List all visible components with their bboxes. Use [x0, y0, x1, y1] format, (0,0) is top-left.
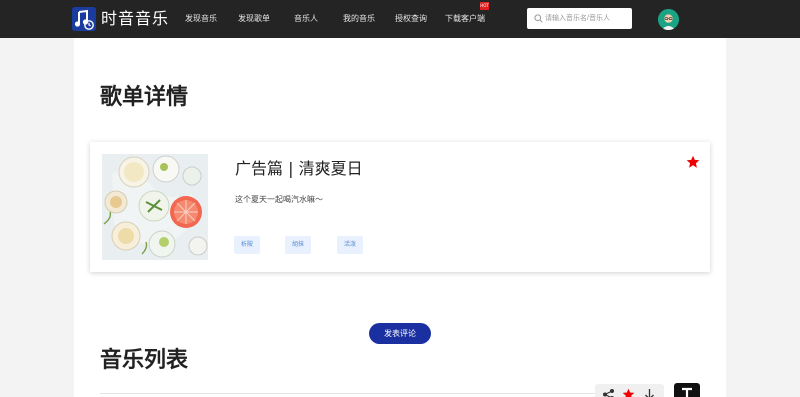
top-nav-bar: 时音音乐 发现音乐 发现歌单 音乐人 我的音乐 授权查询 下载客户端 HOT: [0, 0, 800, 38]
favorite-star-icon[interactable]: [622, 388, 635, 397]
arrow-up-icon: [682, 387, 692, 397]
back-to-top-button[interactable]: [674, 383, 700, 397]
share-icon[interactable]: [602, 388, 615, 397]
music-list-title: 音乐列表: [100, 348, 189, 373]
playlist-tag[interactable]: 胡抹: [285, 236, 312, 254]
music-logo-icon[interactable]: [72, 7, 96, 31]
nav-artists[interactable]: 音乐人: [294, 0, 318, 38]
search-input[interactable]: [545, 8, 629, 29]
playlist-tag[interactable]: 析陂: [234, 236, 261, 254]
playlist-name: 广告篇 | 清爽夏日: [235, 159, 363, 178]
search-icon[interactable]: [534, 14, 543, 23]
music-list-action-bar: [595, 384, 664, 397]
nav-discover-music[interactable]: 发现音乐: [185, 0, 217, 38]
user-avatar[interactable]: [658, 9, 679, 30]
hot-badge: HOT: [480, 2, 489, 10]
playlist-description: 这个夏天一起喝汽水嘛～: [235, 195, 323, 204]
nav-my-music[interactable]: 我的音乐: [343, 0, 375, 38]
post-comment-button[interactable]: 发表评论: [369, 323, 431, 344]
search-box[interactable]: [527, 8, 632, 29]
nav-download-client[interactable]: 下载客户端: [445, 0, 485, 38]
playlist-cover-image: [102, 154, 208, 260]
nav-discover-playlists[interactable]: 发现歌单: [238, 0, 270, 38]
nav-license-query[interactable]: 授权查询: [395, 0, 427, 38]
download-icon[interactable]: [643, 388, 656, 397]
favorite-star-icon[interactable]: [686, 155, 700, 169]
playlist-detail-title: 歌单详情: [100, 85, 189, 110]
music-list-divider: [100, 393, 600, 394]
playlist-detail-card: 广告篇 | 清爽夏日 这个夏天一起喝汽水嘛～ 析陂 胡抹 活泼: [90, 142, 710, 272]
brand-name[interactable]: 时音音乐: [101, 8, 169, 30]
playlist-tag[interactable]: 活泼: [337, 236, 364, 254]
